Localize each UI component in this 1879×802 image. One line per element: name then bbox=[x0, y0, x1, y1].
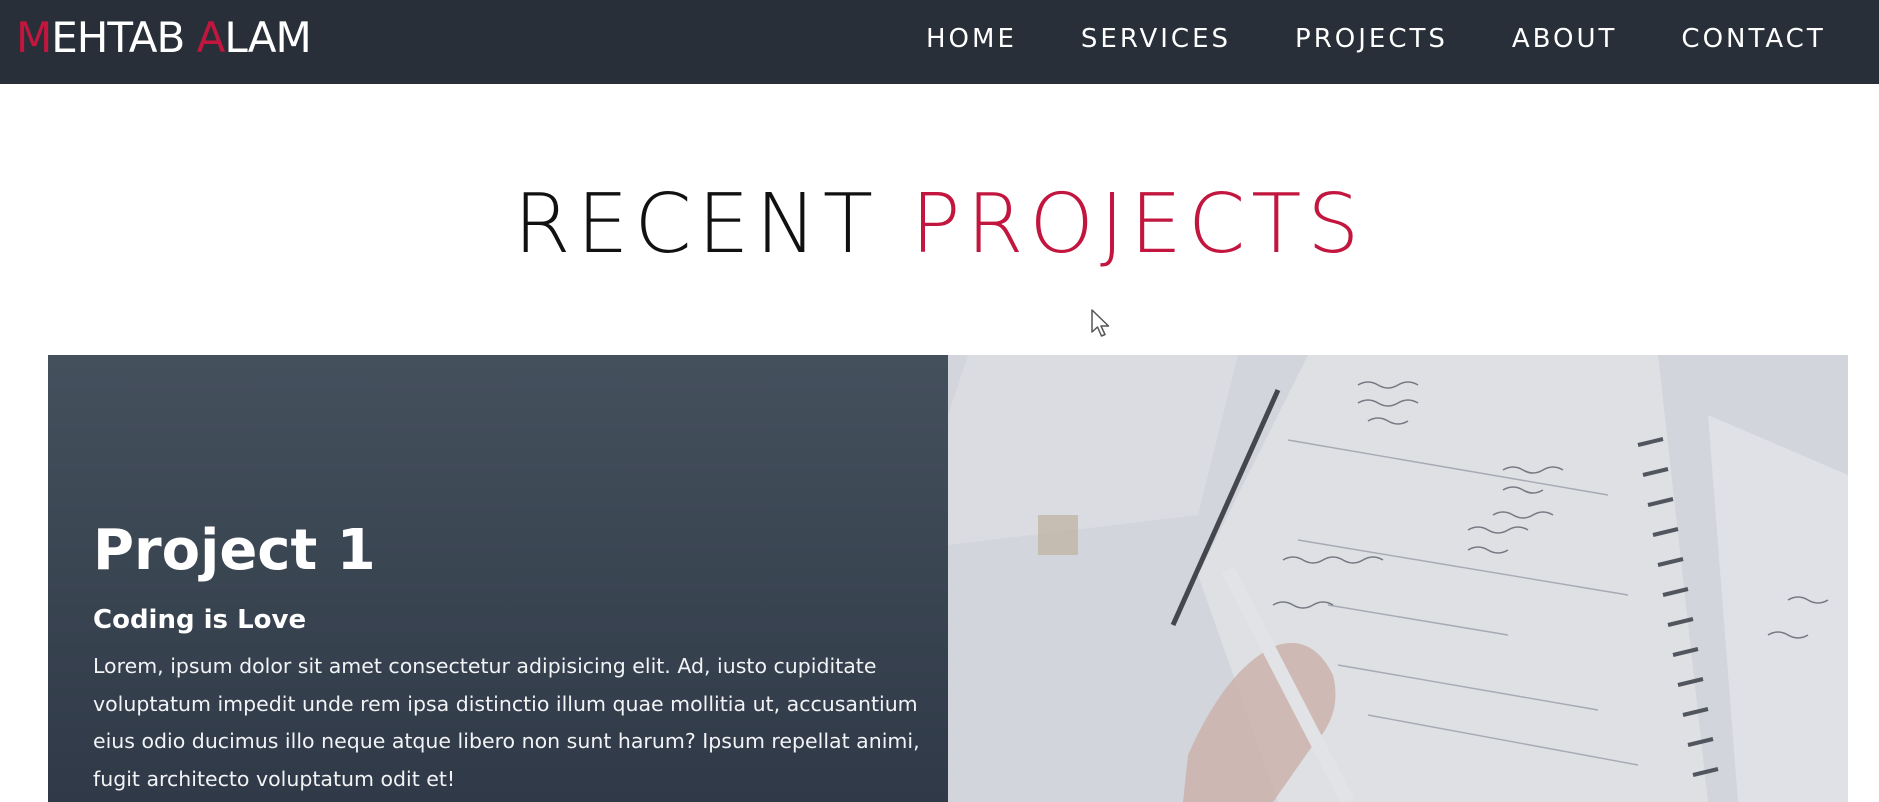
main-nav: HOME SERVICES PROJECTS ABOUT CONTACT bbox=[926, 22, 1826, 56]
project-subtitle: Coding is Love bbox=[93, 605, 307, 635]
logo-text-first: EHTAB bbox=[51, 13, 197, 62]
project-image bbox=[948, 355, 1848, 802]
planner-notebook-photo-icon bbox=[948, 355, 1848, 802]
logo-initial-a: A bbox=[196, 13, 226, 62]
section-title-plain: RECENT bbox=[513, 177, 911, 272]
project-description: Lorem, ipsum dolor sit amet consectetur … bbox=[93, 654, 920, 791]
site-logo[interactable]: MEHTAB ALAM bbox=[16, 13, 312, 62]
section-title: RECENT PROJECTS bbox=[0, 178, 1879, 272]
mouse-pointer-icon bbox=[1091, 309, 1110, 337]
top-navbar: MEHTAB ALAM HOME SERVICES PROJECTS ABOUT… bbox=[0, 0, 1879, 84]
nav-link-services[interactable]: SERVICES bbox=[1081, 22, 1231, 56]
section-title-accent: PROJECTS bbox=[911, 177, 1366, 272]
nav-link-contact[interactable]: CONTACT bbox=[1681, 22, 1825, 56]
logo-initial-m: M bbox=[16, 13, 52, 62]
project-title: Project 1 bbox=[93, 518, 376, 583]
project-card: Project 1 Coding is Love Lorem, ipsum do… bbox=[48, 355, 1848, 802]
project-info-panel: Project 1 Coding is Love Lorem, ipsum do… bbox=[48, 355, 948, 802]
logo-text-last: LAM bbox=[224, 13, 311, 62]
nav-link-home[interactable]: HOME bbox=[926, 22, 1017, 56]
nav-link-about[interactable]: ABOUT bbox=[1512, 22, 1618, 56]
nav-link-projects[interactable]: PROJECTS bbox=[1295, 22, 1448, 56]
